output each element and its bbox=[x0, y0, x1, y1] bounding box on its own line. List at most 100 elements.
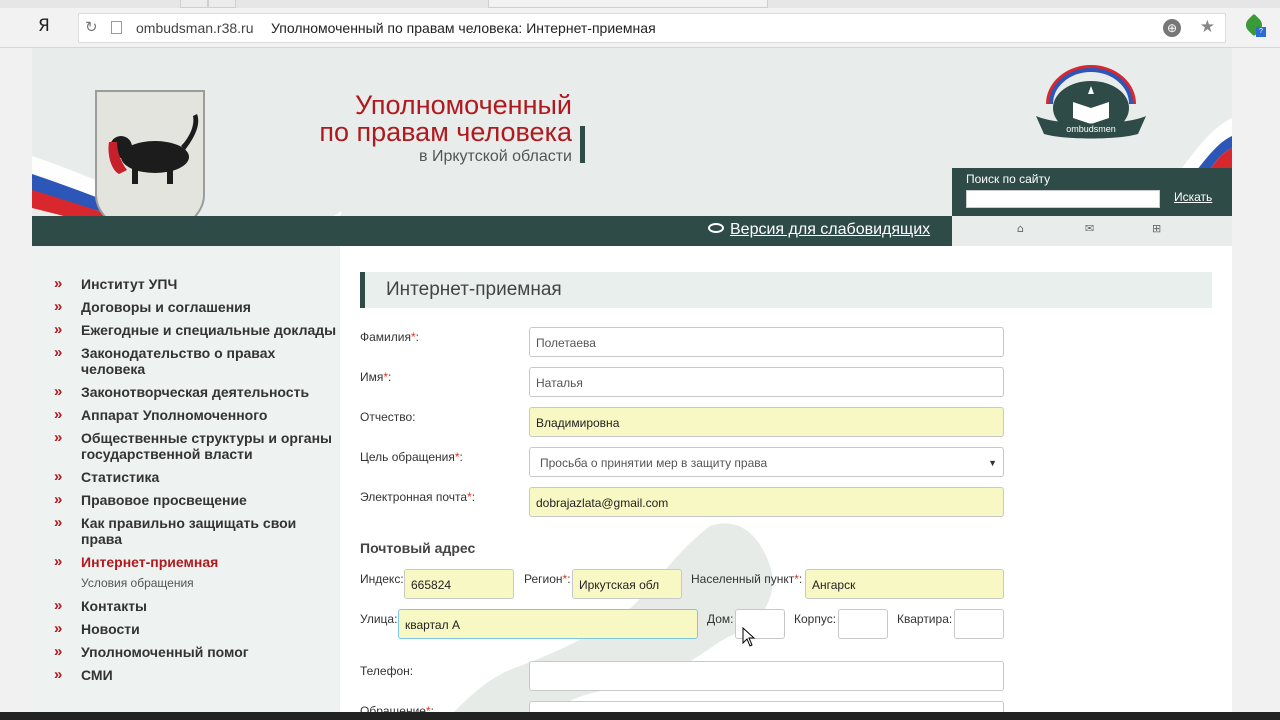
address-domain: ombudsman.r38.ru bbox=[136, 20, 254, 36]
sidebar-item-legislation[interactable]: » Законодательство о правах человека bbox=[54, 344, 340, 378]
sidebar-item-lawmaking[interactable]: » Законотворческая деятельность bbox=[54, 383, 340, 401]
sidebar-item-media[interactable]: » СМИ bbox=[54, 666, 340, 684]
sidebar-item-public-structures[interactable]: » Общественные структуры и органы государ… bbox=[54, 429, 340, 463]
house-label: Дом: bbox=[707, 612, 734, 626]
street-field[interactable]: квартал А bbox=[398, 609, 698, 639]
tab-strip bbox=[0, 0, 1280, 8]
taskbar-strip bbox=[0, 712, 1280, 720]
purpose-label: Цель обращения*: bbox=[360, 450, 463, 464]
mouse-cursor-icon bbox=[742, 627, 756, 647]
purpose-select-value: Просьба о принятии мер в защиту права bbox=[540, 456, 768, 470]
main-content: Интернет-приемная Фамилия*: Полетаева Им… bbox=[340, 246, 1232, 715]
surname-field[interactable]: Полетаева bbox=[529, 327, 1004, 357]
browser-chrome: Я ↻ ombudsman.r38.ru Уполномоченный по п… bbox=[0, 0, 1280, 48]
building-label: Корпус: bbox=[794, 612, 837, 626]
region-field[interactable]: Иркутская обл bbox=[572, 569, 682, 599]
purpose-select[interactable]: Просьба о принятии мер в защиту права ▼ bbox=[529, 447, 1004, 477]
dropdown-arrow-icon: ▼ bbox=[988, 458, 997, 468]
patronymic-field[interactable]: Владимировна bbox=[529, 407, 1004, 437]
sidebar: » Институт УПЧ » Договоры и соглашения » Еж… bbox=[32, 246, 340, 715]
locality-field[interactable]: Ангарск bbox=[805, 569, 1004, 599]
chevron-icon: » bbox=[54, 468, 63, 485]
yandex-logo[interactable]: Я bbox=[38, 16, 50, 36]
phone-field[interactable] bbox=[529, 661, 1004, 691]
name-field[interactable]: Наталья bbox=[529, 367, 1004, 397]
sitemap-icon[interactable]: ⊞ bbox=[1152, 222, 1161, 235]
chevron-icon: » bbox=[54, 275, 63, 292]
address-page-title: Уполномоченный по правам человека: Интер… bbox=[271, 20, 656, 36]
eye-icon bbox=[708, 223, 724, 233]
search-input[interactable] bbox=[966, 190, 1160, 208]
site-container: Уполномоченный по правам человека в Ирку… bbox=[32, 48, 1232, 715]
chevron-icon: » bbox=[54, 344, 63, 361]
sidebar-item-how-to-protect[interactable]: » Как правильно защищать свои права bbox=[54, 514, 340, 548]
email-field[interactable]: dobrajazlata@gmail.com bbox=[529, 487, 1004, 517]
sidebar-nav: » Институт УПЧ » Договоры и соглашения » Еж… bbox=[32, 246, 340, 684]
sidebar-item-helped[interactable]: » Уполномоченный помог bbox=[54, 643, 340, 661]
sidebar-item-institute[interactable]: » Институт УПЧ bbox=[54, 275, 340, 293]
sidebar-item-news[interactable]: » Новости bbox=[54, 620, 340, 638]
extension-badge: ? bbox=[1256, 27, 1266, 37]
apartment-label: Квартира: bbox=[897, 612, 953, 626]
mail-icon[interactable]: ✉ bbox=[1085, 222, 1094, 235]
locality-label: Населенный пункт*: bbox=[691, 572, 803, 586]
page-heading: Интернет-приемная bbox=[360, 272, 1212, 308]
translate-icon[interactable]: ⊕ bbox=[1163, 19, 1181, 37]
search-label: Поиск по сайту bbox=[966, 172, 1051, 186]
sidebar-item-statistics[interactable]: » Статистика bbox=[54, 468, 340, 486]
chevron-icon: » bbox=[54, 553, 63, 570]
sidebar-item-reports[interactable]: » Ежегодные и специальные доклады bbox=[54, 321, 340, 339]
low-vision-label: Версия для слабовидящих bbox=[730, 221, 931, 238]
sidebar-subitem-conditions[interactable]: Условия обращения bbox=[54, 575, 340, 591]
irkutsk-coat-of-arms bbox=[95, 90, 205, 235]
extension-icon[interactable]: ? bbox=[1242, 13, 1266, 37]
phone-label: Телефон: bbox=[360, 664, 414, 678]
chevron-icon: » bbox=[54, 406, 63, 423]
page-icon bbox=[111, 21, 122, 34]
chevron-icon: » bbox=[54, 597, 63, 614]
region-label: Регион*: bbox=[524, 572, 571, 586]
sidebar-item-internet-reception[interactable]: » Интернет-приемная bbox=[54, 553, 340, 571]
street-label: Улица: bbox=[360, 612, 398, 626]
title-accent-bar bbox=[580, 126, 585, 163]
babr-emblem-icon bbox=[108, 114, 199, 184]
sidebar-item-education[interactable]: » Правовое просвещение bbox=[54, 491, 340, 509]
chevron-icon: » bbox=[54, 666, 63, 683]
page-heading-text: Интернет-приемная bbox=[386, 279, 562, 300]
sidebar-item-agreements[interactable]: » Договоры и соглашения bbox=[54, 298, 340, 316]
reload-icon[interactable]: ↻ bbox=[85, 18, 98, 36]
postal-address-heading: Почтовый адрес bbox=[360, 540, 476, 556]
site-header: Уполномоченный по правам человека в Ирку… bbox=[32, 48, 1232, 246]
index-field[interactable]: 665824 bbox=[404, 569, 514, 599]
site-title-line1: Уполномоченный bbox=[354, 90, 572, 120]
email-label: Электронная почта*: bbox=[360, 490, 476, 504]
tab-active[interactable] bbox=[488, 0, 768, 8]
apartment-field[interactable] bbox=[954, 609, 1004, 639]
chevron-icon: » bbox=[54, 383, 63, 400]
chevron-icon: » bbox=[54, 514, 63, 531]
site-title-line3: в Иркутской области bbox=[419, 148, 572, 165]
sidebar-item-contacts[interactable]: » Контакты bbox=[54, 597, 340, 615]
home-icon[interactable]: ⌂ bbox=[1017, 222, 1024, 235]
building-field[interactable] bbox=[838, 609, 888, 639]
tab[interactable] bbox=[180, 0, 208, 8]
chevron-icon: » bbox=[54, 429, 63, 446]
index-label: Индекс: bbox=[360, 572, 404, 586]
site-title-line2: по правам человека bbox=[319, 117, 572, 147]
address-bar[interactable]: ↻ ombudsman.r38.ru Уполномоченный по пра… bbox=[78, 13, 1226, 43]
search-button[interactable]: Искать bbox=[1174, 190, 1212, 204]
sidebar-item-staff[interactable]: » Аппарат Уполномоченного bbox=[54, 406, 340, 424]
low-vision-link[interactable]: Версия для слабовидящих bbox=[708, 221, 930, 239]
chevron-icon: » bbox=[54, 298, 63, 315]
chevron-icon: » bbox=[54, 643, 63, 660]
patronymic-label: Отчество: bbox=[360, 410, 416, 424]
chevron-icon: » bbox=[54, 491, 63, 508]
name-label: Имя*: bbox=[360, 370, 392, 384]
chevron-icon: » bbox=[54, 620, 63, 637]
site-title[interactable]: Уполномоченный по правам человека в Ирку… bbox=[272, 92, 572, 166]
ombudsmen-logo[interactable]: ombudsmen bbox=[1028, 64, 1154, 142]
chevron-icon: » bbox=[54, 321, 63, 338]
bookmark-star-icon[interactable]: ★ bbox=[1200, 17, 1215, 37]
surname-label: Фамилия*: bbox=[360, 330, 419, 344]
tab[interactable] bbox=[208, 0, 236, 8]
